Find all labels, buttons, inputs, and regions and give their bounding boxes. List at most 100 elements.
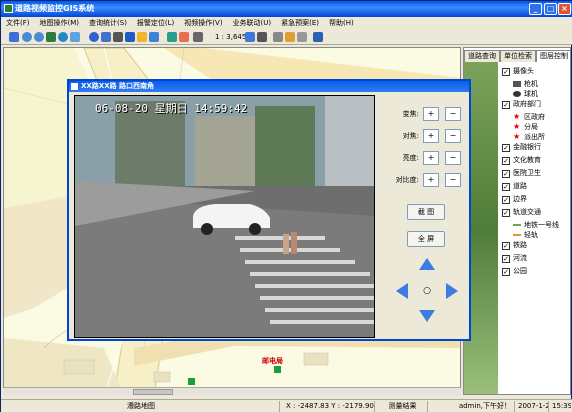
status-coordinates: X : -2487.83 Y : -2179.90米 <box>283 401 375 412</box>
title-bar: 道路视频监控GIS系统 _ □ × <box>1 1 572 17</box>
toolbar: 1 : 3,645 <box>1 30 572 45</box>
layer-checkbox[interactable]: ✓ <box>502 170 510 178</box>
status-date: 2007-1-29 <box>515 401 549 412</box>
ptz-left-icon[interactable] <box>396 283 408 299</box>
ptz-right-icon[interactable] <box>446 283 458 299</box>
layer-road: ✓ 道路 <box>502 182 527 191</box>
ptz-up-icon[interactable] <box>419 258 435 270</box>
video-timestamp: 06-08-20 星期日 14:59:42 <box>95 102 248 115</box>
layer-sub-gun-camera: 枪机 <box>502 79 568 89</box>
poi-post-office[interactable]: 邮电局 <box>262 356 283 366</box>
layer-checkbox[interactable]: ✓ <box>502 242 510 250</box>
layer-sub-dome-camera: 球机 <box>502 89 568 99</box>
copy-icon[interactable] <box>273 32 283 42</box>
video-feed[interactable]: 06-08-20 星期日 14:59:42 <box>74 95 375 338</box>
panel-tabs: 道路查询 单位检索 图层控制 <box>464 50 570 62</box>
scroll-thumb[interactable] <box>133 389 173 395</box>
ptz-center-button[interactable]: ○ <box>421 285 433 297</box>
minimize-button[interactable]: _ <box>529 3 542 15</box>
menu-help[interactable]: 帮助(H) <box>324 17 359 30</box>
map-marker-icon[interactable] <box>188 378 195 385</box>
layer-checkbox[interactable]: ✓ <box>502 157 510 165</box>
layer-finance: ✓ 金融银行 <box>502 143 541 152</box>
search-icon[interactable] <box>113 32 123 42</box>
ruler-icon[interactable] <box>193 32 203 42</box>
dialog-title: XX路XX路 路口西南角 <box>81 82 155 90</box>
binoculars-icon[interactable] <box>125 32 135 42</box>
star-icon: ★ <box>513 112 521 121</box>
menu-query[interactable]: 查询统计(S) <box>84 17 132 30</box>
zoom-plus-button[interactable]: + <box>423 107 439 121</box>
tab-road-query[interactable]: 道路查询 <box>464 50 500 62</box>
gun-camera-icon <box>513 81 521 87</box>
star-icon: ★ <box>513 122 521 131</box>
contrast-plus-button[interactable]: + <box>423 173 439 187</box>
video-icon <box>71 83 78 90</box>
menu-file[interactable]: 文件(F) <box>1 17 35 30</box>
layer-railway: ✓ 铁路 <box>502 241 527 250</box>
brightness-minus-button[interactable]: − <box>445 151 461 165</box>
ptz-down-icon[interactable] <box>419 310 435 322</box>
status-measure-result: 测量结果 <box>378 401 428 412</box>
menu-video[interactable]: 视频操作(V) <box>179 17 227 30</box>
status-time: 15:39 <box>552 402 571 410</box>
highlight-icon[interactable] <box>137 32 147 42</box>
zoom-minus-button[interactable]: − <box>445 107 461 121</box>
focus-minus-button[interactable]: − <box>445 129 461 143</box>
route-icon[interactable] <box>149 32 159 42</box>
map-horizontal-scrollbar[interactable] <box>3 387 461 396</box>
line-icon <box>513 234 521 236</box>
map-marker-icon[interactable] <box>274 366 281 373</box>
video-dialog: XX路XX路 路口西南角 06-08-20 星期日 14:59:42 变焦: + <box>67 79 471 341</box>
pan-icon[interactable] <box>46 32 56 42</box>
menu-alarm[interactable]: 报警定位(L) <box>132 17 179 30</box>
layer-icon[interactable] <box>167 32 177 42</box>
tab-layer-control[interactable]: 图层控制 <box>536 50 570 62</box>
globe-icon[interactable] <box>58 32 68 42</box>
app-icon <box>4 4 13 13</box>
select-tool-icon[interactable] <box>9 32 19 42</box>
info-icon[interactable] <box>89 32 99 42</box>
layer-camera: ✓ 摄像头 <box>502 67 534 76</box>
menu-map[interactable]: 地图操作(M) <box>35 17 85 30</box>
layer-checkbox[interactable]: ✓ <box>502 101 510 109</box>
camera-icon[interactable] <box>179 32 189 42</box>
focus-plus-button[interactable]: + <box>423 129 439 143</box>
tab-unit-search[interactable]: 单位检索 <box>500 50 536 62</box>
layer-sub-metro-line1: 地铁一号线 <box>502 220 568 230</box>
contrast-minus-button[interactable]: − <box>445 173 461 187</box>
refresh-icon[interactable] <box>70 32 80 42</box>
layer-checkbox[interactable]: ✓ <box>502 183 510 191</box>
menu-emergency[interactable]: 紧急预案(E) <box>276 17 324 30</box>
layer-boundary: ✓ 边界 <box>502 195 527 204</box>
export-icon[interactable] <box>257 32 267 42</box>
maximize-button[interactable]: □ <box>544 3 557 15</box>
zoom-in-icon[interactable] <box>22 32 32 42</box>
layer-checkbox[interactable]: ✓ <box>502 196 510 204</box>
delete-icon[interactable] <box>297 32 307 42</box>
layer-checkbox[interactable]: ✓ <box>502 255 510 263</box>
layer-checkbox[interactable]: ✓ <box>502 209 510 217</box>
status-user: admin,下午好！ <box>431 401 515 412</box>
layer-checkbox[interactable]: ✓ <box>502 68 510 76</box>
app-title: 道路视频监控GIS系统 <box>15 4 95 13</box>
close-button[interactable]: × <box>558 3 571 15</box>
measure-icon[interactable] <box>101 32 111 42</box>
layer-sub-district-gov: ★ 区政府 <box>513 112 545 122</box>
layer-sub-police-station: ★ 派出所 <box>513 132 545 142</box>
layer-checkbox[interactable]: ✓ <box>502 268 510 276</box>
menu-business[interactable]: 业务联动(U) <box>228 17 277 30</box>
layer-sub-branch-bureau: ★ 分局 <box>513 122 538 132</box>
dialog-title-bar[interactable]: XX路XX路 路口西南角 <box>69 81 469 92</box>
pencil-icon[interactable] <box>285 32 295 42</box>
layer-checkbox[interactable]: ✓ <box>502 144 510 152</box>
print-icon[interactable] <box>245 32 255 42</box>
brightness-plus-button[interactable]: + <box>423 151 439 165</box>
capture-button[interactable]: 截 图 <box>407 204 445 220</box>
fullscreen-button[interactable]: 全 屏 <box>407 231 445 247</box>
layer-river: ✓ 河流 <box>502 254 527 263</box>
zoom-out-icon[interactable] <box>34 32 44 42</box>
exit-icon[interactable] <box>313 32 323 42</box>
video-frame <box>75 96 374 337</box>
main-window: 道路视频监控GIS系统 _ □ × 文件(F) 地图操作(M) 查询统计(S) 报警定… <box>0 0 572 412</box>
